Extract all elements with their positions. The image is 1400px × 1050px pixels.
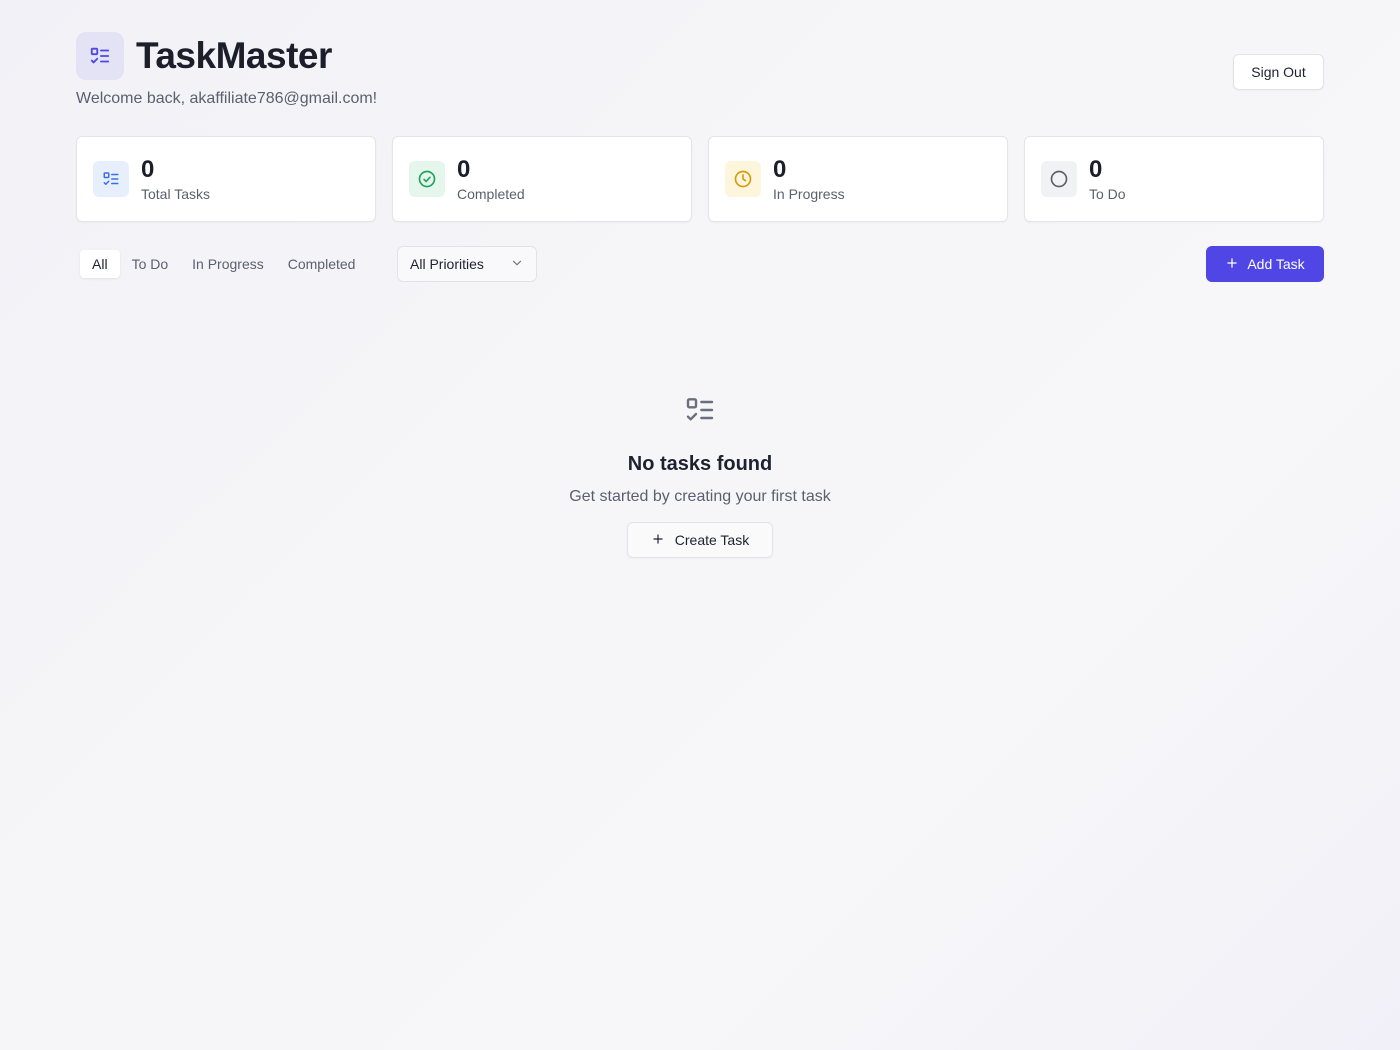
create-task-label: Create Task — [674, 532, 750, 548]
empty-state-subtitle: Get started by creating your first task — [569, 488, 831, 505]
toolbar: All To Do In Progress Completed All Prio… — [76, 246, 1324, 282]
create-task-button[interactable]: Create Task — [627, 522, 773, 558]
priority-select-value: All Priorities — [410, 256, 484, 272]
header: TaskMaster Welcome back, akaffiliate786@… — [76, 32, 1324, 132]
stat-value: 0 — [773, 156, 787, 183]
circle-icon — [1041, 161, 1077, 197]
list-check-icon — [93, 161, 129, 197]
tab-in-progress[interactable]: In Progress — [180, 250, 276, 278]
empty-state-title: No tasks found — [627, 453, 773, 475]
stat-label: In Progress — [773, 186, 845, 202]
plus-icon — [1225, 256, 1239, 273]
clock-icon — [725, 161, 761, 197]
tab-all[interactable]: All — [80, 250, 120, 278]
plus-icon — [651, 532, 665, 549]
app-title: TaskMaster — [136, 35, 332, 76]
chevron-down-icon — [510, 256, 524, 273]
sign-out-button[interactable]: Sign Out — [1233, 54, 1324, 90]
list-check-icon — [76, 32, 124, 80]
stat-label: To Do — [1089, 186, 1126, 202]
app-root: TaskMaster Welcome back, akaffiliate786@… — [76, 32, 1324, 558]
stat-value: 0 — [1089, 156, 1103, 183]
tab-to-do[interactable]: To Do — [120, 250, 181, 278]
empty-state: No tasks found Get started by creating y… — [76, 394, 1324, 558]
stats-row: 0 Total Tasks 0 Completed 0 In Progress … — [76, 136, 1324, 222]
priority-select[interactable]: All Priorities — [397, 246, 537, 282]
list-check-icon — [684, 394, 716, 426]
status-tabs: All To Do In Progress Completed — [76, 246, 371, 282]
tab-completed[interactable]: Completed — [276, 250, 368, 278]
stat-label: Total Tasks — [141, 186, 210, 202]
stat-value: 0 — [141, 156, 155, 183]
brand: TaskMaster — [76, 32, 1324, 80]
check-circle-icon — [409, 161, 445, 197]
stat-label: Completed — [457, 186, 525, 202]
stat-card-completed: 0 Completed — [392, 136, 692, 222]
add-task-button[interactable]: Add Task — [1206, 246, 1324, 282]
stat-card-in-progress: 0 In Progress — [708, 136, 1008, 222]
stat-card-to-do: 0 To Do — [1024, 136, 1324, 222]
stat-value: 0 — [457, 156, 471, 183]
add-task-label: Add Task — [1247, 256, 1305, 272]
stat-card-total: 0 Total Tasks — [76, 136, 376, 222]
welcome-message: Welcome back, akaffiliate786@gmail.com! — [76, 90, 378, 107]
